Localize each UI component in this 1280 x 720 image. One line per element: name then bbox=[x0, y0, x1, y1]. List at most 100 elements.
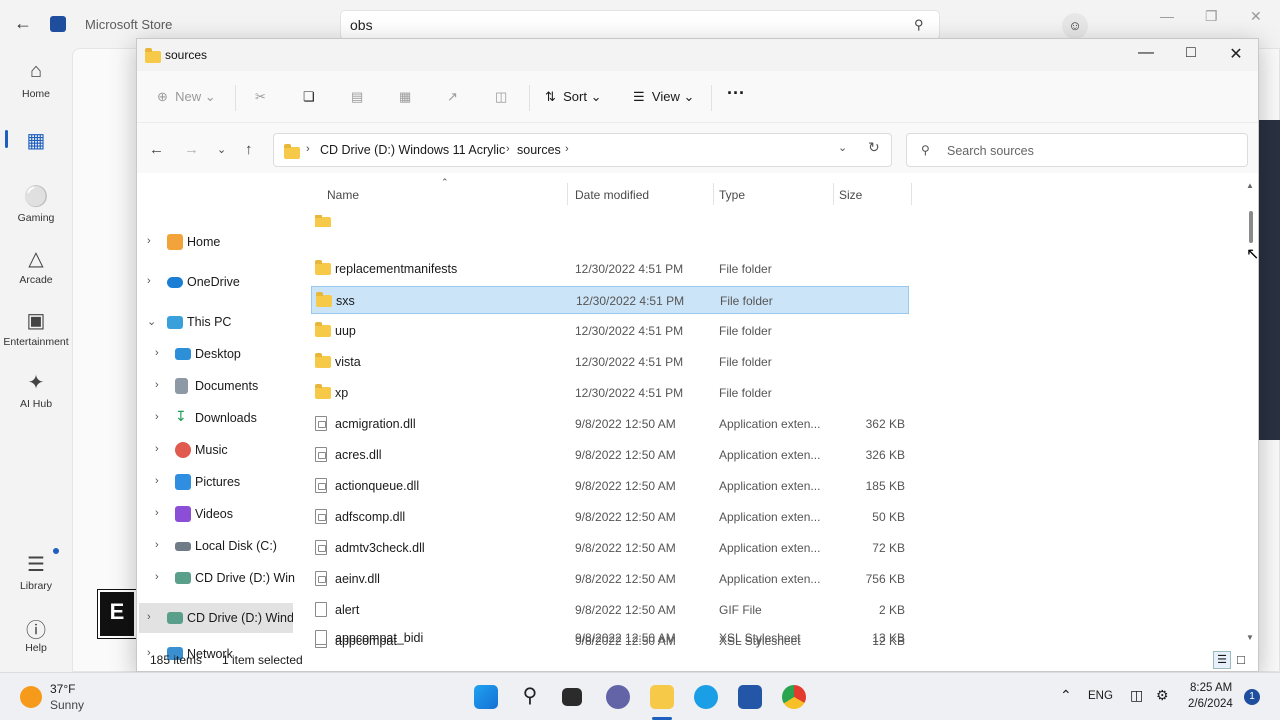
table-row[interactable]: aeinv.dll 9/8/2022 12:50 AM Application … bbox=[311, 565, 909, 593]
expand-chevron-icon[interactable]: › bbox=[147, 611, 151, 623]
expand-chevron-icon[interactable]: › bbox=[147, 235, 151, 247]
collapse-chevron-icon[interactable]: ⌄ bbox=[147, 315, 156, 328]
sun-weather-icon[interactable] bbox=[20, 686, 42, 708]
restore-icon[interactable]: ❐ bbox=[1205, 8, 1218, 25]
minimize-icon[interactable]: — bbox=[1131, 44, 1161, 62]
paste-icon[interactable]: ▤ bbox=[351, 89, 363, 105]
clock-date[interactable]: 2/6/2024 bbox=[1188, 698, 1233, 710]
nav-home[interactable]: ⌂ Home bbox=[0, 60, 72, 100]
expand-chevron-icon[interactable]: › bbox=[155, 347, 159, 359]
table-row[interactable]: actionqueue.dll 9/8/2022 12:50 AM Applic… bbox=[311, 472, 909, 500]
sidebar-item-cd-drive-root[interactable]: › CD Drive (D:) Windo bbox=[139, 603, 293, 633]
nav-arcade[interactable]: △ Arcade bbox=[0, 246, 72, 286]
table-row[interactable]: vista 12/30/2022 4:51 PM File folder bbox=[311, 348, 909, 376]
nav-help[interactable]: ⓘ Help bbox=[0, 614, 72, 654]
breadcrumb-item[interactable]: sources bbox=[517, 143, 561, 157]
breadcrumb-item[interactable]: CD Drive (D:) Windows 11 Acrylic bbox=[320, 143, 505, 157]
column-divider[interactable] bbox=[911, 183, 912, 205]
column-divider[interactable] bbox=[567, 183, 568, 205]
view-button[interactable]: ☰ View ⌄ bbox=[633, 89, 694, 105]
search-input[interactable]: ⚲ Search sources bbox=[906, 133, 1248, 167]
weather-desc[interactable]: Sunny bbox=[50, 698, 84, 712]
minimize-icon[interactable]: — bbox=[1160, 8, 1174, 24]
expand-chevron-icon[interactable]: › bbox=[155, 475, 159, 487]
expand-chevron-icon[interactable]: › bbox=[155, 411, 159, 423]
scrollbar-thumb[interactable] bbox=[1249, 211, 1253, 243]
nav-library[interactable]: ☰ Library bbox=[0, 552, 72, 592]
forward-arrow-icon[interactable]: → bbox=[184, 141, 199, 158]
table-row[interactable]: admtv3check.dll 9/8/2022 12:50 AM Applic… bbox=[311, 534, 909, 562]
recent-locations-chevron-icon[interactable]: ⌄ bbox=[217, 143, 226, 156]
search-icon[interactable]: ⚲ bbox=[914, 17, 924, 33]
table-row-selected[interactable]: sxs 12/30/2022 4:51 PM File folder bbox=[311, 286, 909, 314]
task-view-icon[interactable] bbox=[562, 688, 582, 706]
table-row[interactable]: xp 12/30/2022 4:51 PM File folder bbox=[311, 379, 909, 407]
sidebar-item-cd-drive[interactable]: › CD Drive (D:) Wind bbox=[137, 563, 295, 593]
up-arrow-icon[interactable]: ↑ bbox=[245, 141, 253, 158]
expand-chevron-icon[interactable]: › bbox=[155, 443, 159, 455]
breadcrumb-chevron-icon[interactable]: › bbox=[506, 143, 510, 155]
sidebar-item-pictures[interactable]: › Pictures bbox=[137, 467, 295, 497]
sidebar-item-music[interactable]: › Music bbox=[137, 435, 295, 465]
expand-chevron-icon[interactable]: › bbox=[155, 539, 159, 551]
show-hidden-icons-chevron-icon[interactable]: ⌃ bbox=[1060, 687, 1072, 704]
edge-browser-icon[interactable] bbox=[694, 685, 718, 709]
nav-ai-hub[interactable]: ✦ AI Hub bbox=[0, 370, 72, 410]
expand-chevron-icon[interactable]: › bbox=[155, 379, 159, 391]
sidebar-item-local-disk[interactable]: › Local Disk (C:) bbox=[137, 531, 295, 561]
breadcrumb-chevron-icon[interactable]: › bbox=[565, 143, 569, 155]
column-header-size[interactable]: Size bbox=[839, 188, 862, 202]
table-row-partial[interactable] bbox=[311, 215, 909, 227]
start-icon[interactable] bbox=[474, 685, 498, 709]
clock-time[interactable]: 8:25 AM bbox=[1190, 682, 1232, 694]
expand-chevron-icon[interactable]: › bbox=[155, 571, 159, 583]
nav-apps[interactable]: ▦ bbox=[0, 128, 72, 156]
table-row[interactable]: acres.dll 9/8/2022 12:50 AM Application … bbox=[311, 441, 909, 469]
address-history-chevron-icon[interactable]: ⌄ bbox=[838, 141, 847, 154]
network-status-icon[interactable]: ⚙ bbox=[1156, 687, 1169, 704]
copy-icon[interactable]: ❏ bbox=[303, 89, 315, 105]
maximize-icon[interactable]: □ bbox=[1176, 44, 1206, 62]
tiles-view-icon[interactable]: □ bbox=[1237, 652, 1245, 667]
back-arrow-icon[interactable]: ← bbox=[14, 13, 32, 34]
table-row[interactable]: uup 12/30/2022 4:51 PM File folder bbox=[311, 317, 909, 345]
column-divider[interactable] bbox=[833, 183, 834, 205]
new-button[interactable]: ⊕ New ⌄ bbox=[157, 89, 216, 105]
nav-entertainment[interactable]: ▣ Entertainment bbox=[0, 308, 72, 348]
expand-chevron-icon[interactable]: › bbox=[155, 507, 159, 519]
table-row[interactable]: alert 9/8/2022 12:50 AM GIF File 2 KB bbox=[311, 596, 909, 624]
sidebar-item-videos[interactable]: › Videos bbox=[137, 499, 295, 529]
back-arrow-icon[interactable]: ← bbox=[149, 141, 164, 158]
store-search-value[interactable]: obs bbox=[350, 17, 373, 33]
store-search-input[interactable] bbox=[340, 10, 940, 40]
explorer-titlebar[interactable]: sources — □ ✕ bbox=[137, 39, 1258, 71]
nav-gaming[interactable]: ⚪ Gaming bbox=[0, 184, 72, 224]
sidebar-item-downloads[interactable]: › ↧ Downloads bbox=[137, 403, 295, 433]
address-bar[interactable]: › CD Drive (D:) Windows 11 Acrylic › sou… bbox=[273, 133, 892, 167]
column-header-date[interactable]: Date modified bbox=[575, 188, 649, 202]
refresh-icon[interactable]: ↻ bbox=[868, 139, 880, 156]
avatar[interactable]: ☺ bbox=[1062, 13, 1088, 39]
breadcrumb-chevron-icon[interactable]: › bbox=[306, 143, 310, 155]
file-explorer-icon[interactable] bbox=[650, 685, 674, 709]
weather-temp[interactable]: 37°F bbox=[50, 682, 75, 696]
table-row[interactable]: replacementmanifests 12/30/2022 4:51 PM … bbox=[311, 255, 909, 283]
column-header-name[interactable]: Name bbox=[327, 188, 359, 202]
table-row[interactable]: acmigration.dll 9/8/2022 12:50 AM Applic… bbox=[311, 410, 909, 438]
sidebar-item-this-pc[interactable]: ⌄ This PC bbox=[137, 307, 295, 337]
expand-chevron-icon[interactable]: › bbox=[147, 275, 151, 287]
column-header-type[interactable]: Type bbox=[719, 188, 745, 202]
search-icon[interactable]: ⚲ bbox=[518, 685, 542, 709]
rename-icon[interactable]: ▦ bbox=[399, 89, 411, 105]
scroll-up-arrow-icon[interactable]: ▲ bbox=[1246, 181, 1254, 190]
sidebar-item-onedrive[interactable]: › OneDrive bbox=[137, 267, 295, 297]
scroll-down-arrow-icon[interactable]: ▼ bbox=[1246, 633, 1254, 642]
sidebar-item-desktop[interactable]: › Desktop bbox=[137, 339, 295, 369]
notification-badge[interactable]: 1 bbox=[1244, 689, 1260, 705]
table-row[interactable]: appcompat_bidi 9/8/2022 12:50 AM XSL Sty… bbox=[311, 624, 909, 650]
delete-icon[interactable]: ◫ bbox=[495, 89, 507, 105]
column-divider[interactable] bbox=[713, 183, 714, 205]
cut-icon[interactable]: ✂ bbox=[255, 89, 266, 105]
chrome-browser-icon[interactable] bbox=[782, 685, 806, 709]
teams-chat-icon[interactable] bbox=[606, 685, 630, 709]
